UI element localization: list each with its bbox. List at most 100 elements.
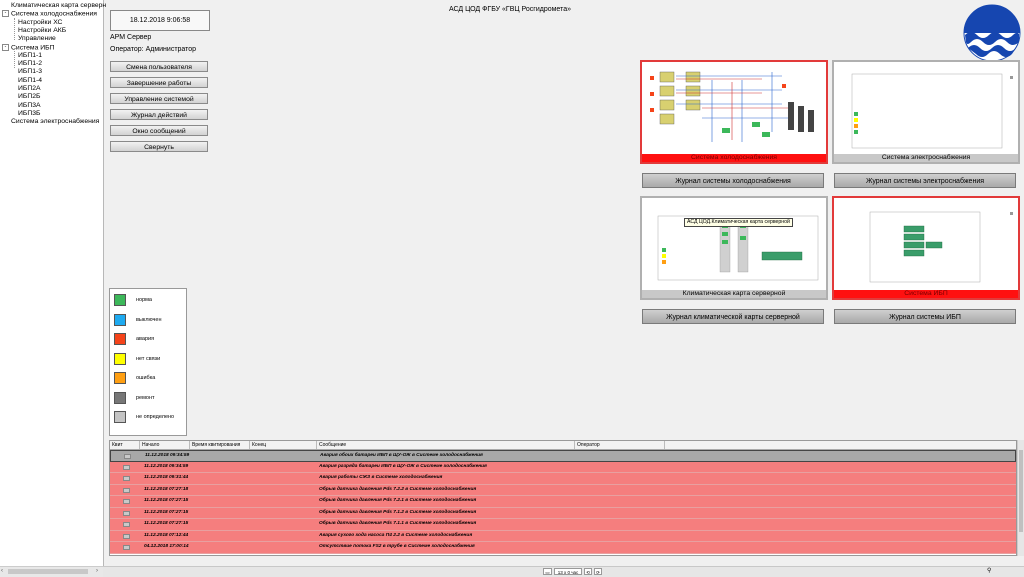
table-row[interactable]: 11.12.2018 09:34:59 Авария обоих батареи … <box>110 450 1016 462</box>
workstation-label: АРМ Сервер <box>110 34 152 41</box>
acknowledge-icon[interactable] <box>123 476 130 481</box>
messages-window-button[interactable]: Окно сообщений <box>110 125 208 136</box>
events-table[interactable]: Квит Начало Время квитирования Конец Сообщен… <box>109 440 1017 556</box>
tree-item[interactable]: ИБП3А <box>18 102 41 110</box>
sync-icon[interactable]: ⟳ <box>594 568 602 575</box>
tree-item[interactable]: Климатическая карта серверн <box>2 2 106 10</box>
legend-label: норма <box>136 297 152 303</box>
column-header[interactable]: Сообщение <box>317 441 575 449</box>
system-control-button[interactable]: Управление системой <box>110 93 208 104</box>
tree-item[interactable]: Система электроснабжения <box>2 118 99 126</box>
acknowledge-icon[interactable] <box>124 454 131 459</box>
ups-system-panel[interactable]: Система ИБП <box>832 196 1020 300</box>
tree-item-label: ИБП3А <box>18 101 41 109</box>
scroll-left-icon[interactable]: ‹ <box>1 567 3 576</box>
event-message: Обрыв датчика давления Pds 7.2.1 в Систе… <box>319 498 477 503</box>
acknowledge-icon[interactable] <box>123 487 130 493</box>
event-start-time: 04.12.2018 17:00:14 <box>144 544 189 549</box>
ups-panel-caption: Система ИБП <box>834 290 1018 298</box>
acknowledge-icon[interactable] <box>123 464 130 470</box>
table-row[interactable]: 11.12.2018 07:12:44 Авария сухого хода на… <box>110 530 1016 542</box>
acknowledge-icon[interactable] <box>123 510 130 516</box>
tree-item-label: Настройки АКБ <box>18 26 67 34</box>
climate-journal-button[interactable]: Журнал климатической карты серверной <box>642 309 824 324</box>
climate-map-image <box>644 200 824 288</box>
legend-label: ошибка <box>136 375 156 381</box>
navigation-tree[interactable]: Климатическая карта серверн - Система холо… <box>0 0 106 566</box>
interval-display[interactable]: 13 x 0 час <box>554 568 582 575</box>
tree-item[interactable]: - Система холодоснабжения <box>2 10 97 18</box>
legend-swatch <box>114 352 126 365</box>
refresh-icon[interactable]: ⟲ <box>584 568 592 575</box>
screen-icon[interactable]: ▭ <box>543 568 552 575</box>
collapse-icon[interactable]: - <box>2 43 9 51</box>
change-user-button[interactable]: Смена пользователя <box>110 61 208 72</box>
tree-item[interactable]: Настройки АКБ <box>18 27 66 35</box>
user-icon[interactable]: ⚲ <box>987 567 991 576</box>
table-row[interactable]: 11.12.2018 09:34:59 Авария разряда батаре… <box>110 461 1016 473</box>
event-message: Авария работы СЖЗ в Системе холодоснабже… <box>319 475 443 480</box>
acknowledge-icon[interactable] <box>123 545 130 550</box>
table-row[interactable]: 04.12.2018 17:00:14 Отсутствие потока FS2… <box>110 542 1016 554</box>
power-system-panel[interactable]: Система электроснабжения <box>832 60 1020 164</box>
column-header[interactable]: Конец <box>250 441 317 449</box>
legend-swatch <box>114 372 126 384</box>
tree-horizontal-scrollbar[interactable]: ‹ › <box>0 566 103 577</box>
legend-label: нет связи <box>136 355 161 362</box>
tree-item-label: ИБП1-4 <box>18 76 43 84</box>
climate-panel-caption: Климатическая карта серверной <box>642 290 826 298</box>
acknowledge-icon[interactable] <box>123 533 130 539</box>
scroll-right-icon[interactable]: › <box>96 567 98 576</box>
table-header: Квит Начало Время квитирования Конец Сообщен… <box>110 441 1016 450</box>
action-log-button[interactable]: Журнал действий <box>110 109 208 120</box>
shutdown-button[interactable]: Завершение работы <box>110 77 208 88</box>
legend-swatch <box>114 391 126 404</box>
table-row[interactable]: 11.12.2018 09:31:44 Авария работы СЖЗ в С… <box>110 473 1016 485</box>
table-row[interactable]: 11.12.2018 07:27:15 Обрыв датчика давлени… <box>110 496 1016 508</box>
legend-label: ремонт <box>136 394 155 401</box>
tree-item[interactable]: ИБП2Б <box>18 93 40 101</box>
tree-item-label: Настройки ХС <box>18 18 63 26</box>
column-header[interactable]: Оператор <box>575 441 665 449</box>
tree-item-label: ИБП2А <box>18 85 41 92</box>
table-row[interactable]: 11.12.2018 07:27:15 Обрыв датчика давлени… <box>110 519 1016 531</box>
tree-item[interactable]: - Система ИБП <box>2 43 55 52</box>
tree-item-label: Система холодоснабжения <box>11 10 97 18</box>
cooling-system-panel[interactable]: Система холодоснабжения <box>640 60 828 164</box>
cooling-schematic-image <box>644 64 824 152</box>
tree-item-label: Система ИБП <box>11 43 55 51</box>
table-row[interactable]: 11.12.2018 07:27:15 Обрыв датчика давлени… <box>110 507 1016 519</box>
tree-item[interactable]: ИБП1-3 <box>18 68 42 76</box>
minimize-button[interactable]: Свернуть <box>110 141 208 152</box>
column-header[interactable]: Время квитирования <box>190 441 250 449</box>
tree-item[interactable]: ИБП1-1 <box>18 52 42 60</box>
tree-item[interactable]: ИБП2А <box>18 85 41 93</box>
table-vertical-scrollbar[interactable] <box>1017 440 1024 556</box>
tree-item-label: Система электроснабжения <box>11 118 100 126</box>
event-message: Отсутствие потока FS2 в трубе в Системе … <box>319 544 475 549</box>
status-legend: норма выключен авария нет связи ошибка ремонт… <box>109 288 187 436</box>
scrollbar-thumb[interactable] <box>8 569 88 574</box>
tree-item[interactable]: ИБП3Б <box>18 110 40 118</box>
tree-item[interactable]: ИБП1-2 <box>18 60 42 68</box>
table-row[interactable]: 11.12.2018 07:27:18 Обрыв датчика давлени… <box>110 484 1016 496</box>
cooling-journal-button[interactable]: Журнал системы холодоснабжения <box>642 173 824 188</box>
tree-item[interactable]: Настройки ХС <box>18 19 62 27</box>
tree-item[interactable]: ИБП1-4 <box>18 77 42 85</box>
acknowledge-icon[interactable] <box>123 499 130 504</box>
collapse-icon[interactable]: - <box>2 10 9 18</box>
acknowledge-icon[interactable] <box>123 522 130 527</box>
ups-journal-button[interactable]: Журнал системы ИБП <box>834 309 1016 324</box>
column-header[interactable]: Квит <box>110 441 140 449</box>
event-start-time: 11.12.2018 09:34:59 <box>144 463 189 469</box>
column-header[interactable]: Начало <box>140 441 190 449</box>
climate-map-panel[interactable]: АСД ЦОД.Климатическая карта серверной Кл… <box>640 196 828 300</box>
event-message: Авария разряда батареи ИБП в ЩУ-ОЖ в Сис… <box>319 463 487 469</box>
legend-swatch <box>114 294 126 306</box>
power-journal-button[interactable]: Журнал системы электроснабжения <box>834 173 1016 188</box>
tree-item[interactable]: Управление <box>18 35 56 43</box>
scrollbar-thumb[interactable] <box>1019 450 1023 532</box>
event-start-time: 11.12.2018 07:12:44 <box>144 532 189 538</box>
status-bar: ▭ 13 x 0 час ⟲ ⟳ ⚲ <box>103 566 1024 577</box>
legend-label: выключен <box>136 316 162 323</box>
